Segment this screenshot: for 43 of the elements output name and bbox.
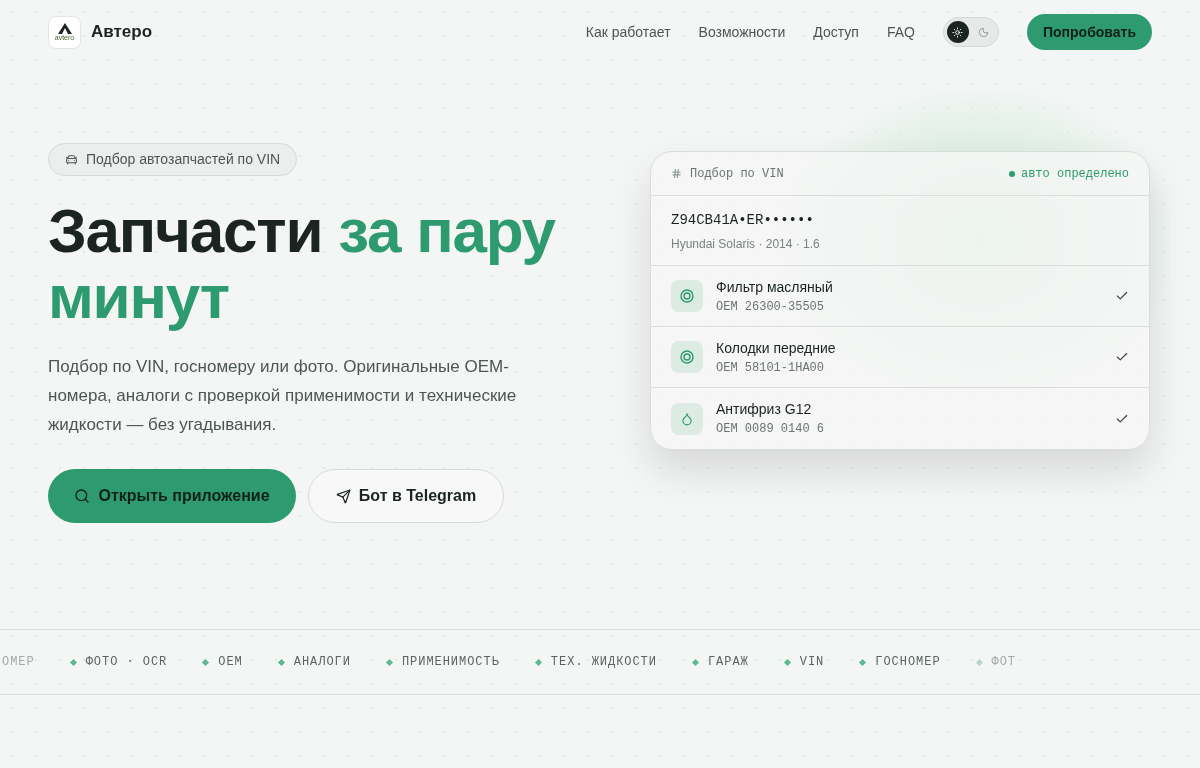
sun-icon[interactable] (946, 21, 969, 43)
open-app-button[interactable]: Открыть приложение (48, 469, 296, 523)
try-button[interactable]: Попробовать (1026, 14, 1152, 50)
ring-icon (680, 289, 694, 303)
paper-plane-icon (335, 488, 351, 504)
category-badge: Подбор автозапчастей по VIN (48, 143, 298, 176)
part-name: Антифриз G12 (716, 400, 813, 419)
part-row[interactable]: Антифриз G12 OEM 0089 0140 6 (651, 388, 1149, 449)
nav-link[interactable]: FAQ (886, 21, 915, 43)
ring-icon (680, 350, 694, 364)
hero-description: Подбор по VIN, госномеру или фото. Оригинальные OEM-номера, аналоги с проверкой применимости и технические жидкости — без угадывания. (48, 356, 518, 436)
ticker-item: ТЕХ. ЖИДКОСТИ (550, 654, 657, 671)
oem-number: OEM 0089 0140 6 (716, 421, 826, 438)
part-row[interactable]: Фильтр масляный OEM 26300-35505 (651, 266, 1149, 327)
ticker-item: АНАЛОГИ (293, 654, 351, 671)
ticker-item: ГАРАЖ (707, 654, 749, 671)
droplet-icon (680, 411, 694, 426)
ticker-item: ФОТО · OCR (85, 654, 168, 671)
hash-icon (671, 168, 682, 179)
car-model: Hyundai Solaris · 2014 · 1.6 (671, 236, 821, 253)
car-icon (65, 153, 78, 166)
nav-link[interactable]: Возможности (698, 21, 786, 43)
part-name: Фильтр масляный (716, 277, 834, 297)
vin-code: Z94CB41A•ER•••••• (671, 211, 815, 230)
hero-headline: Запчасти за пару минут (48, 198, 557, 330)
nav-link[interactable]: Доступ (813, 21, 859, 43)
ticker-item: ПРИМЕНИМОСТЬ (401, 654, 500, 671)
ticker-item: ГОСНОМЕР (875, 654, 941, 671)
ticker-item: VIN (799, 654, 825, 671)
nav-link[interactable]: Как работает (585, 21, 671, 43)
brand-name: Автеро (91, 21, 153, 44)
ticker-item: ОМЕР (2, 654, 35, 671)
ticker-item: OEM (218, 654, 243, 671)
part-row[interactable]: Колодки передние OEM 58101-1HA00 (651, 327, 1149, 388)
status-text: авто определено (1020, 165, 1129, 183)
part-name: Колодки передние (716, 338, 837, 358)
oem-number: OEM 58101-1HA00 (716, 359, 826, 377)
telegram-bot-button[interactable]: Бот в Telegram (308, 469, 504, 523)
oem-number: OEM 26300-35505 (716, 298, 826, 316)
card-title: Подбор по VIN (690, 165, 784, 183)
search-icon (74, 488, 91, 504)
ticker-item: ФОТ (991, 654, 1017, 671)
theme-toggle[interactable] (942, 17, 999, 47)
